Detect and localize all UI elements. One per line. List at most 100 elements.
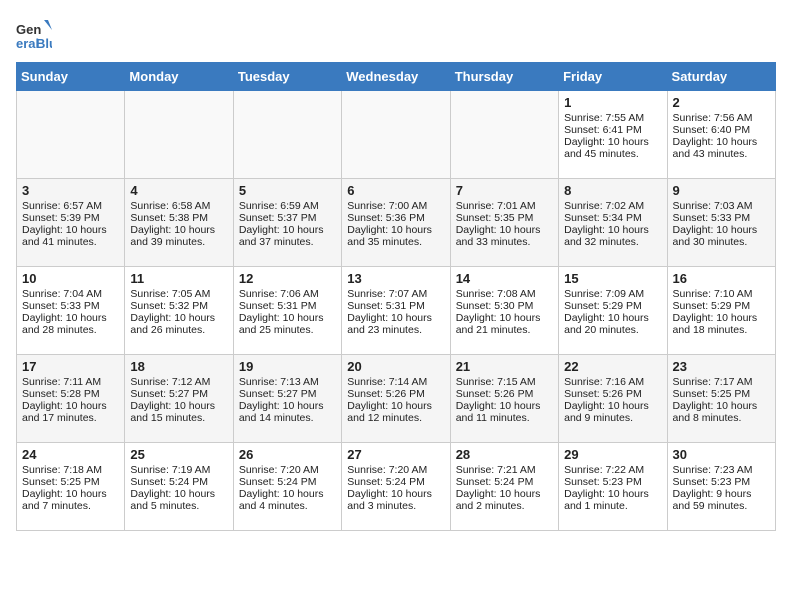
day-number: 9 xyxy=(673,183,770,198)
day-info: Sunrise: 7:00 AM xyxy=(347,200,444,212)
day-info: Sunrise: 7:20 AM xyxy=(347,464,444,476)
day-info: Daylight: 10 hours and 28 minutes. xyxy=(22,312,119,336)
day-number: 14 xyxy=(456,271,553,286)
day-info: Sunrise: 7:17 AM xyxy=(673,376,770,388)
day-info: Sunset: 5:33 PM xyxy=(22,300,119,312)
calendar-header-wednesday: Wednesday xyxy=(342,63,450,91)
day-number: 3 xyxy=(22,183,119,198)
day-info: Sunrise: 7:22 AM xyxy=(564,464,661,476)
calendar-header-tuesday: Tuesday xyxy=(233,63,341,91)
day-info: Sunrise: 7:02 AM xyxy=(564,200,661,212)
day-info: Sunset: 5:28 PM xyxy=(22,388,119,400)
day-info: Sunrise: 6:57 AM xyxy=(22,200,119,212)
day-number: 26 xyxy=(239,447,336,462)
calendar-cell: 23Sunrise: 7:17 AMSunset: 5:25 PMDayligh… xyxy=(667,355,775,443)
calendar-header-saturday: Saturday xyxy=(667,63,775,91)
day-info: Sunrise: 7:23 AM xyxy=(673,464,770,476)
calendar-cell: 25Sunrise: 7:19 AMSunset: 5:24 PMDayligh… xyxy=(125,443,233,531)
calendar-cell xyxy=(125,91,233,179)
day-number: 21 xyxy=(456,359,553,374)
day-info: Sunrise: 7:04 AM xyxy=(22,288,119,300)
day-info: Daylight: 10 hours and 43 minutes. xyxy=(673,136,770,160)
day-number: 18 xyxy=(130,359,227,374)
day-info: Sunset: 5:31 PM xyxy=(239,300,336,312)
day-info: Sunrise: 7:20 AM xyxy=(239,464,336,476)
calendar-header-friday: Friday xyxy=(559,63,667,91)
calendar-cell: 27Sunrise: 7:20 AMSunset: 5:24 PMDayligh… xyxy=(342,443,450,531)
svg-text:Blue: Blue xyxy=(36,36,52,51)
day-info: Sunrise: 7:18 AM xyxy=(22,464,119,476)
day-info: Sunset: 5:23 PM xyxy=(564,476,661,488)
day-info: Sunset: 5:27 PM xyxy=(239,388,336,400)
day-info: Sunset: 5:29 PM xyxy=(564,300,661,312)
calendar-cell: 19Sunrise: 7:13 AMSunset: 5:27 PMDayligh… xyxy=(233,355,341,443)
calendar-cell: 22Sunrise: 7:16 AMSunset: 5:26 PMDayligh… xyxy=(559,355,667,443)
day-info: Sunset: 5:37 PM xyxy=(239,212,336,224)
day-number: 16 xyxy=(673,271,770,286)
day-info: Sunset: 5:35 PM xyxy=(456,212,553,224)
day-info: Sunset: 5:26 PM xyxy=(564,388,661,400)
day-info: Daylight: 10 hours and 2 minutes. xyxy=(456,488,553,512)
day-info: Sunset: 5:34 PM xyxy=(564,212,661,224)
day-info: Sunset: 5:29 PM xyxy=(673,300,770,312)
day-info: Daylight: 10 hours and 45 minutes. xyxy=(564,136,661,160)
day-info: Daylight: 10 hours and 37 minutes. xyxy=(239,224,336,248)
day-info: Daylight: 10 hours and 30 minutes. xyxy=(673,224,770,248)
day-number: 20 xyxy=(347,359,444,374)
day-info: Sunset: 5:24 PM xyxy=(456,476,553,488)
calendar-cell xyxy=(17,91,125,179)
day-number: 2 xyxy=(673,95,770,110)
day-info: Sunset: 5:33 PM xyxy=(673,212,770,224)
day-number: 6 xyxy=(347,183,444,198)
calendar-cell: 29Sunrise: 7:22 AMSunset: 5:23 PMDayligh… xyxy=(559,443,667,531)
day-number: 10 xyxy=(22,271,119,286)
calendar-body: 1Sunrise: 7:55 AMSunset: 6:41 PMDaylight… xyxy=(17,91,776,531)
day-info: Sunrise: 7:16 AM xyxy=(564,376,661,388)
day-info: Sunrise: 6:58 AM xyxy=(130,200,227,212)
day-info: Daylight: 10 hours and 18 minutes. xyxy=(673,312,770,336)
day-info: Sunset: 5:25 PM xyxy=(673,388,770,400)
day-info: Sunset: 5:25 PM xyxy=(22,476,119,488)
day-info: Sunrise: 7:10 AM xyxy=(673,288,770,300)
calendar-week-3: 10Sunrise: 7:04 AMSunset: 5:33 PMDayligh… xyxy=(17,267,776,355)
day-number: 23 xyxy=(673,359,770,374)
day-info: Daylight: 10 hours and 32 minutes. xyxy=(564,224,661,248)
day-info: Sunrise: 6:59 AM xyxy=(239,200,336,212)
calendar-cell xyxy=(450,91,558,179)
calendar-cell: 26Sunrise: 7:20 AMSunset: 5:24 PMDayligh… xyxy=(233,443,341,531)
day-info: Daylight: 10 hours and 1 minute. xyxy=(564,488,661,512)
day-info: Daylight: 10 hours and 26 minutes. xyxy=(130,312,227,336)
day-info: Daylight: 10 hours and 4 minutes. xyxy=(239,488,336,512)
calendar-week-5: 24Sunrise: 7:18 AMSunset: 5:25 PMDayligh… xyxy=(17,443,776,531)
day-info: Daylight: 10 hours and 35 minutes. xyxy=(347,224,444,248)
day-info: Sunset: 6:41 PM xyxy=(564,124,661,136)
day-info: Sunrise: 7:03 AM xyxy=(673,200,770,212)
calendar-cell: 10 Sunrise: 7:04 AMSunset: 5:33 PMDayligh… xyxy=(17,267,125,355)
calendar-cell xyxy=(233,91,341,179)
day-number: 7 xyxy=(456,183,553,198)
calendar-cell: 28Sunrise: 7:21 AMSunset: 5:24 PMDayligh… xyxy=(450,443,558,531)
day-info: Daylight: 10 hours and 14 minutes. xyxy=(239,400,336,424)
calendar-cell: 24Sunrise: 7:18 AMSunset: 5:25 PMDayligh… xyxy=(17,443,125,531)
day-number: 17 xyxy=(22,359,119,374)
calendar-cell: 7Sunrise: 7:01 AMSunset: 5:35 PMDaylight… xyxy=(450,179,558,267)
day-info: Daylight: 10 hours and 21 minutes. xyxy=(456,312,553,336)
page-header: Gen eral Blue xyxy=(16,16,776,52)
day-info: Daylight: 10 hours and 12 minutes. xyxy=(347,400,444,424)
day-info: Daylight: 10 hours and 20 minutes. xyxy=(564,312,661,336)
day-info: Sunrise: 7:07 AM xyxy=(347,288,444,300)
day-info: Daylight: 10 hours and 11 minutes. xyxy=(456,400,553,424)
day-info: Sunrise: 7:05 AM xyxy=(130,288,227,300)
day-number: 4 xyxy=(130,183,227,198)
day-number: 13 xyxy=(347,271,444,286)
day-info: Sunset: 5:23 PM xyxy=(673,476,770,488)
day-number: 12 xyxy=(239,271,336,286)
calendar-cell: 16 Sunrise: 7:10 AMSunset: 5:29 PMDayligh… xyxy=(667,267,775,355)
day-info: Sunrise: 7:21 AM xyxy=(456,464,553,476)
calendar-cell: 13Sunrise: 7:07 AMSunset: 5:31 PMDayligh… xyxy=(342,267,450,355)
calendar-cell: 17Sunrise: 7:11 AMSunset: 5:28 PMDayligh… xyxy=(17,355,125,443)
calendar-cell: 8Sunrise: 7:02 AMSunset: 5:34 PMDaylight… xyxy=(559,179,667,267)
day-info: Sunset: 5:24 PM xyxy=(347,476,444,488)
svg-text:Gen: Gen xyxy=(16,22,41,37)
day-info: Daylight: 10 hours and 15 minutes. xyxy=(130,400,227,424)
